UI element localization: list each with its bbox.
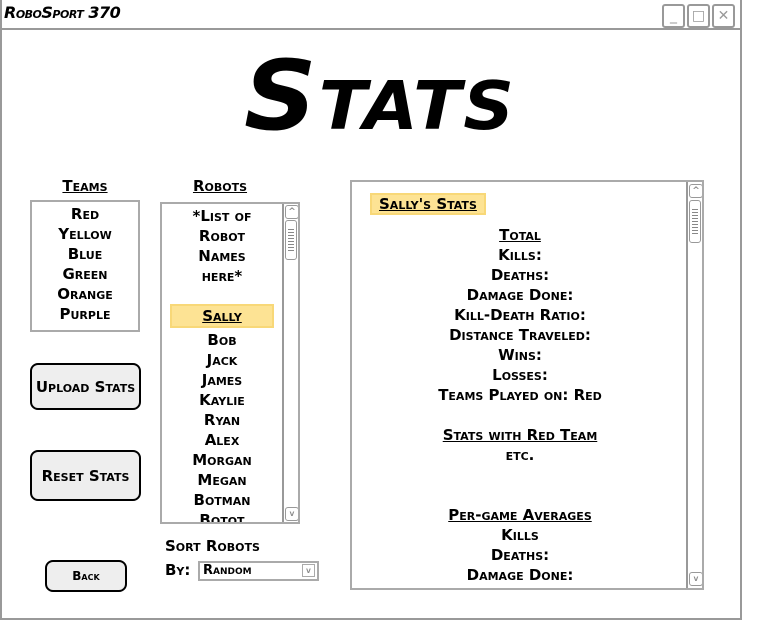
team-item[interactable]: Yellow <box>32 224 138 244</box>
robot-item[interactable]: Morgan <box>162 450 282 470</box>
stat-line: Distance Traveled: <box>449 326 591 344</box>
stat-line: Kills: <box>498 246 542 264</box>
sort-by-label: By: <box>165 561 191 579</box>
minimize-button[interactable]: _ <box>662 4 685 28</box>
reset-stats-button[interactable]: Reset Stats <box>30 450 141 501</box>
page-title: Stats <box>243 40 516 152</box>
stats-title: Sally's Stats <box>370 193 486 215</box>
robots-placeholder-text: Names <box>198 247 246 265</box>
robots-label: Robots <box>192 177 248 195</box>
averages-heading: Per-game Averages <box>448 506 592 524</box>
upload-stats-button[interactable]: Upload Stats <box>30 363 141 410</box>
teams-list[interactable]: Red Yellow Blue Green Orange Purple <box>30 200 140 332</box>
robot-item[interactable]: Botman <box>162 490 282 510</box>
stat-line: Wins: <box>498 346 542 364</box>
scroll-down-icon[interactable]: v <box>285 507 298 521</box>
robot-item-selected[interactable]: Sally <box>170 304 274 328</box>
stat-line: Kill-Death Ratio: <box>454 306 586 324</box>
robot-item[interactable]: Botot <box>162 510 282 522</box>
team-item[interactable]: Orange <box>32 284 138 304</box>
team-stats-heading: Stats with Red Team <box>442 426 598 444</box>
stats-panel[interactable]: Sally's Stats Total Kills: Deaths: Damage D… <box>350 180 704 590</box>
robots-placeholder-text: here* <box>201 267 243 285</box>
close-button[interactable]: ✕ <box>712 4 735 28</box>
team-item[interactable]: Blue <box>32 244 138 264</box>
scroll-thumb[interactable] <box>689 200 701 243</box>
scroll-down-icon[interactable]: v <box>689 572 702 586</box>
team-item[interactable]: Green <box>32 264 138 284</box>
robot-item[interactable]: James <box>162 370 282 390</box>
stat-line: Teams Played on: Red <box>438 386 602 404</box>
scroll-up-icon[interactable]: ^ <box>689 184 702 198</box>
stat-line: Damage Done: <box>466 286 574 304</box>
robots-scrollbar[interactable]: ^ v <box>282 204 298 522</box>
average-line: Damage Done: <box>466 566 574 584</box>
scroll-up-icon[interactable]: ^ <box>285 205 298 219</box>
robot-item[interactable]: Jack <box>162 350 282 370</box>
robot-item[interactable]: Kaylie <box>162 390 282 410</box>
robots-list[interactable]: *List of Robot Names here* Sally Bob Jack James… <box>160 202 300 524</box>
robots-placeholder-text: *List of <box>192 207 252 225</box>
robot-item[interactable]: Bob <box>162 330 282 350</box>
team-stats-etc: etc. <box>505 446 535 464</box>
maximize-button[interactable]: □ <box>687 4 710 28</box>
teams-label: Teams <box>62 177 108 195</box>
chevron-down-icon: v <box>302 564 315 577</box>
scroll-thumb[interactable] <box>285 220 297 260</box>
robots-placeholder-text: Robot <box>198 227 246 245</box>
sort-select[interactable]: Random v <box>198 561 319 581</box>
stat-line: Deaths: <box>490 266 550 284</box>
team-item[interactable]: Purple <box>32 304 138 324</box>
robot-item[interactable]: Megan <box>162 470 282 490</box>
robot-item[interactable]: Alex <box>162 430 282 450</box>
sort-label: Sort Robots <box>165 537 260 555</box>
sort-value: Random <box>203 563 252 578</box>
back-button[interactable]: Back <box>45 560 127 592</box>
window-title: RoboSport 370 <box>4 3 121 22</box>
team-item[interactable]: Red <box>32 204 138 224</box>
robot-item[interactable]: Ryan <box>162 410 282 430</box>
average-line: Kills <box>501 526 539 544</box>
stats-scrollbar[interactable]: ^ v <box>686 182 702 588</box>
average-line: Deaths: <box>490 546 550 564</box>
total-heading: Total <box>499 226 541 244</box>
stat-line: Losses: <box>492 366 548 384</box>
